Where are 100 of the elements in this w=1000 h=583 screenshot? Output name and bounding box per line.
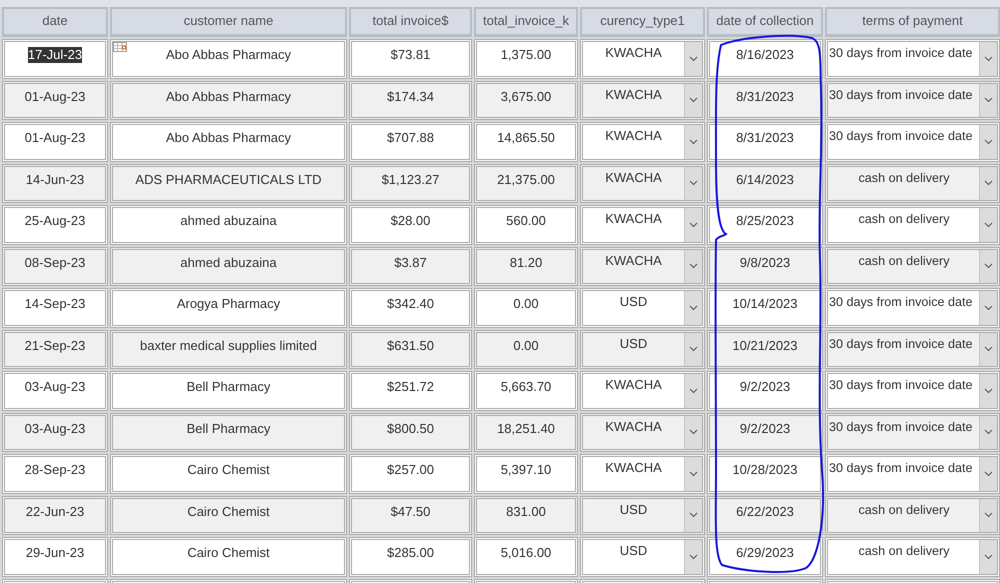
total-invoice-cell: $257.00 — [387, 462, 434, 478]
terms-dropdown[interactable]: cash on delivery — [825, 496, 1000, 535]
column-header: terms of payment — [825, 7, 1000, 37]
total-invoice-k-cell: 0.00 — [513, 296, 539, 312]
collection-date-cell: 8/31/2023 — [736, 88, 794, 104]
collection-date-cell: 10/14/2023 — [732, 296, 798, 312]
chevron-down-icon — [984, 180, 993, 186]
currency-dropdown[interactable]: KWACHA — [580, 164, 705, 203]
currency-dropdown[interactable]: KWACHA — [580, 371, 705, 410]
currency-dropdown[interactable]: KWACHA — [580, 246, 705, 286]
dropdown-button[interactable] — [684, 250, 702, 283]
currency-dropdown[interactable]: KWACHA — [580, 39, 705, 78]
total-invoice-k-cell: 21,375.00 — [497, 172, 555, 188]
column-header: total invoice$ — [349, 7, 472, 37]
currency-dropdown[interactable]: USD — [580, 330, 705, 369]
currency-dropdown[interactable]: USD — [580, 537, 705, 576]
customer-name-cell[interactable]: Arogya Pharmacy — [176, 296, 280, 312]
currency-dropdown[interactable]: USD — [580, 288, 705, 328]
currency-dropdown[interactable]: KWACHA — [580, 412, 705, 452]
customer-name-cell[interactable]: Bell Pharmacy — [186, 420, 270, 436]
currency-dropdown[interactable]: KWACHA — [580, 80, 705, 120]
terms-dropdown[interactable]: cash on delivery — [825, 164, 1000, 203]
terms-dropdown[interactable]: cash on delivery — [825, 537, 1000, 576]
chevron-down-icon — [984, 554, 993, 560]
total-invoice-cell: $47.50 — [390, 504, 430, 520]
currency-dropdown[interactable]: KWACHA — [580, 122, 705, 162]
currency-dropdown[interactable]: KWACHA — [580, 454, 705, 494]
customer-name-cell[interactable]: Cairo Chemist — [187, 504, 270, 520]
terms-dropdown[interactable]: 30 days from invoice date — [825, 122, 1000, 162]
chevron-down-icon — [984, 56, 993, 62]
chevron-down-icon — [689, 180, 698, 186]
chevron-down-icon — [689, 346, 698, 352]
terms-dropdown[interactable]: 30 days from invoice date — [825, 39, 1000, 78]
collection-date-cell: 9/2/2023 — [740, 420, 790, 436]
chevron-down-icon — [984, 138, 993, 145]
customer-name-cell[interactable]: ahmed abuzaina — [180, 254, 277, 270]
dropdown-button[interactable] — [979, 457, 997, 490]
terms-dropdown[interactable]: cash on delivery — [825, 246, 1000, 286]
grid-icon[interactable] — [113, 42, 127, 52]
total-invoice-k-cell: 81.20 — [510, 254, 542, 270]
total-invoice-cell: $3.87 — [394, 254, 427, 270]
dropdown-button[interactable] — [684, 166, 702, 200]
column-header: date — [2, 7, 108, 37]
dropdown-button[interactable] — [684, 416, 702, 449]
terms-dropdown[interactable]: cash on delivery — [825, 205, 1000, 244]
column-header: date of collection — [707, 7, 823, 37]
collection-date-cell: 6/29/2023 — [736, 545, 794, 561]
chevron-down-icon — [984, 97, 993, 104]
dropdown-button[interactable] — [684, 42, 702, 76]
chevron-down-icon — [689, 388, 698, 394]
dropdown-button[interactable] — [684, 291, 702, 324]
dropdown-button[interactable] — [979, 125, 997, 158]
currency-dropdown[interactable]: USD — [580, 496, 705, 535]
dropdown-button[interactable] — [979, 498, 997, 532]
chevron-down-icon — [689, 429, 698, 436]
chevron-down-icon — [984, 346, 993, 352]
date-cell[interactable]: 17-Jul-23 — [28, 47, 82, 63]
chevron-down-icon — [984, 388, 993, 394]
dropdown-button[interactable] — [979, 416, 997, 449]
total-invoice-k-cell: 5,663.70 — [500, 379, 552, 395]
total-invoice-cell: $342.40 — [387, 296, 434, 312]
terms-dropdown[interactable]: 30 days from invoice date — [825, 412, 1000, 452]
terms-dropdown[interactable]: 30 days from invoice date — [825, 288, 1000, 328]
chevron-down-icon — [689, 97, 698, 104]
customer-name-cell[interactable]: ahmed abuzaina — [180, 213, 277, 229]
dropdown-button[interactable] — [979, 250, 997, 283]
dropdown-button[interactable] — [684, 457, 702, 490]
collection-date-cell: 6/14/2023 — [736, 172, 794, 188]
dropdown-button[interactable] — [979, 166, 997, 200]
customer-name-cell[interactable]: Cairo Chemist — [187, 545, 270, 561]
dropdown-button[interactable] — [684, 498, 702, 532]
dropdown-button[interactable] — [979, 332, 997, 366]
dropdown-button[interactable] — [684, 374, 702, 408]
currency-dropdown[interactable]: KWACHA — [580, 205, 705, 244]
dropdown-button[interactable] — [979, 208, 997, 242]
chevron-down-icon — [984, 429, 993, 436]
total-invoice-cell: $285.00 — [387, 545, 434, 561]
dropdown-button[interactable] — [979, 291, 997, 324]
dropdown-button[interactable] — [684, 208, 702, 242]
dropdown-button[interactable] — [979, 42, 997, 76]
dropdown-button[interactable] — [684, 84, 702, 117]
total-invoice-k-cell: 14,865.50 — [497, 130, 555, 146]
dropdown-button[interactable] — [979, 84, 997, 117]
customer-name-cell[interactable]: Cairo Chemist — [187, 462, 270, 478]
chevron-down-icon — [689, 554, 698, 560]
dropdown-button[interactable] — [979, 374, 997, 408]
terms-dropdown[interactable]: 30 days from invoice date — [825, 330, 1000, 369]
chevron-down-icon — [689, 512, 698, 518]
dropdown-button[interactable] — [979, 540, 997, 574]
dropdown-button[interactable] — [684, 125, 702, 158]
dropdown-button[interactable] — [684, 540, 702, 574]
total-invoice-cell: $631.50 — [387, 338, 434, 354]
total-invoice-cell: $800.50 — [387, 420, 434, 436]
terms-dropdown[interactable]: 30 days from invoice date — [825, 371, 1000, 410]
dropdown-button[interactable] — [684, 332, 702, 366]
customer-name-cell[interactable]: Bell Pharmacy — [186, 379, 270, 395]
terms-dropdown[interactable]: 30 days from invoice date — [825, 454, 1000, 494]
chevron-down-icon — [984, 263, 993, 270]
chevron-down-icon — [689, 222, 698, 228]
terms-dropdown[interactable]: 30 days from invoice date — [825, 80, 1000, 120]
